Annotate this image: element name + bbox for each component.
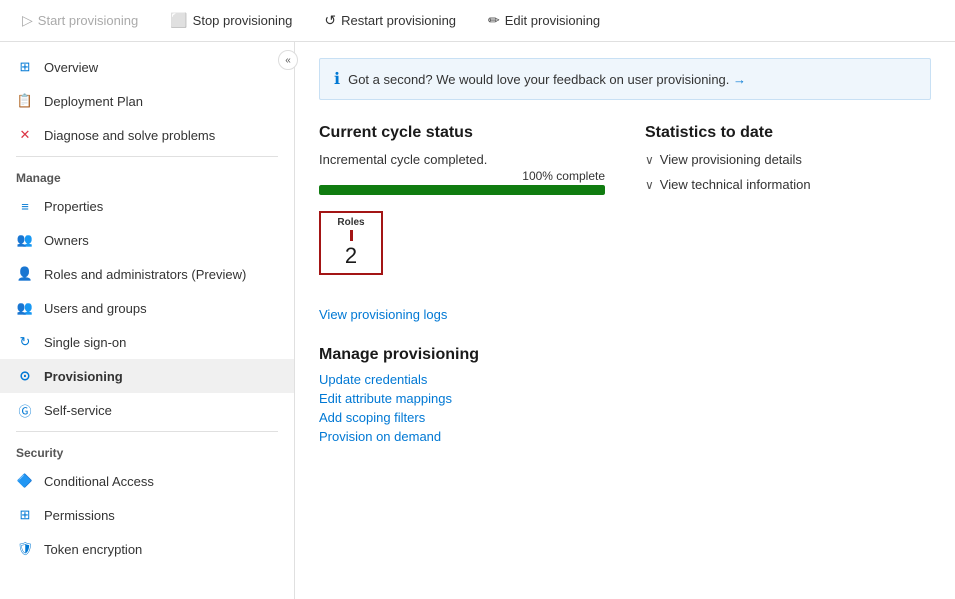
chevron-down-icon-1: ∨ (645, 153, 654, 167)
current-cycle-title: Current cycle status (319, 124, 605, 142)
provisioning-icon: ⊙ (16, 367, 34, 385)
right-column: Statistics to date ∨ View provisioning d… (645, 124, 931, 448)
cycle-status-text: Incremental cycle completed. (319, 152, 605, 167)
sidebar-item-owners[interactable]: 👥 Owners (0, 223, 294, 257)
sidebar-item-roles-admins[interactable]: 👤 Roles and administrators (Preview) (0, 257, 294, 291)
token-encryption-icon: 🛡 (16, 540, 34, 558)
start-icon: ▷ (22, 12, 33, 29)
sidebar-item-properties[interactable]: ≡ Properties (0, 189, 294, 223)
properties-icon: ≡ (16, 197, 34, 215)
sidebar-item-self-service[interactable]: Ⓖ Self-service (0, 393, 294, 427)
sidebar-item-token-encryption[interactable]: 🛡 Token encryption (0, 532, 294, 566)
divider-manage (16, 156, 278, 157)
sidebar-collapse-button[interactable]: « (278, 50, 295, 70)
info-banner: ℹ Got a second? We would love your feedb… (319, 58, 931, 100)
view-provisioning-details-label: View provisioning details (660, 152, 802, 167)
restart-icon: ↺ (324, 12, 336, 29)
conditional-access-icon: 🔷 (16, 472, 34, 490)
roles-card-number: 2 (345, 243, 357, 269)
update-credentials-link[interactable]: Update credentials (319, 372, 605, 387)
sidebar-item-provisioning[interactable]: ⊙ Provisioning (0, 359, 294, 393)
sidebar-item-permissions[interactable]: ⊞ Permissions (0, 498, 294, 532)
view-technical-information-item[interactable]: ∨ View technical information (645, 177, 931, 192)
main-content: ℹ Got a second? We would love your feedb… (295, 42, 955, 599)
sidebar-item-sso[interactable]: ↻ Single sign-on (0, 325, 294, 359)
overview-icon: ⊞ (16, 58, 34, 76)
divider-security (16, 431, 278, 432)
add-scoping-filters-link[interactable]: Add scoping filters (319, 410, 605, 425)
permissions-icon: ⊞ (16, 506, 34, 524)
progress-label: 100% complete (319, 169, 605, 183)
stop-icon: ⬜ (170, 12, 187, 29)
provision-on-demand-link[interactable]: Provision on demand (319, 429, 605, 444)
progress-bar-fill (319, 185, 605, 195)
start-provisioning-button[interactable]: ▷ Start provisioning (16, 8, 144, 33)
two-column-layout: Current cycle status Incremental cycle c… (319, 124, 931, 448)
main-layout: « ⊞ Overview 📋 Deployment Plan ✕ Diagnos… (0, 42, 955, 599)
statistics-title: Statistics to date (645, 124, 931, 142)
view-technical-information-label: View technical information (660, 177, 811, 192)
manage-section-label: Manage (0, 161, 294, 189)
roles-admins-icon: 👤 (16, 265, 34, 283)
sidebar-item-conditional-access[interactable]: 🔷 Conditional Access (0, 464, 294, 498)
sidebar-item-overview[interactable]: ⊞ Overview (0, 50, 294, 84)
banner-text: Got a second? We would love your feedbac… (348, 72, 746, 87)
edit-attribute-mappings-link[interactable]: Edit attribute mappings (319, 391, 605, 406)
manage-provisioning-title: Manage provisioning (319, 346, 605, 364)
sidebar: « ⊞ Overview 📋 Deployment Plan ✕ Diagnos… (0, 42, 295, 599)
edit-icon: ✏ (488, 12, 500, 29)
users-groups-icon: 👥 (16, 299, 34, 317)
sso-icon: ↻ (16, 333, 34, 351)
owners-icon: 👥 (16, 231, 34, 249)
view-provisioning-details-item[interactable]: ∨ View provisioning details (645, 152, 931, 167)
self-service-icon: Ⓖ (16, 401, 34, 419)
info-icon: ℹ (334, 69, 340, 89)
sidebar-item-diagnose[interactable]: ✕ Diagnose and solve problems (0, 118, 294, 152)
progress-bar-container (319, 185, 605, 195)
banner-link[interactable]: → (733, 72, 746, 87)
sidebar-item-deployment-plan[interactable]: 📋 Deployment Plan (0, 84, 294, 118)
roles-card-label: Roles (337, 217, 364, 228)
chevron-down-icon-2: ∨ (645, 178, 654, 192)
stop-provisioning-button[interactable]: ⬜ Stop provisioning (164, 8, 298, 33)
edit-provisioning-button[interactable]: ✏ Edit provisioning (482, 8, 606, 33)
diagnose-icon: ✕ (16, 126, 34, 144)
sidebar-item-users-groups[interactable]: 👥 Users and groups (0, 291, 294, 325)
toolbar: ▷ Start provisioning ⬜ Stop provisioning… (0, 0, 955, 42)
deployment-plan-icon: 📋 (16, 92, 34, 110)
view-provisioning-logs-link[interactable]: View provisioning logs (319, 307, 447, 322)
left-column: Current cycle status Incremental cycle c… (319, 124, 605, 448)
roles-card: Roles 2 (319, 211, 383, 275)
security-section-label: Security (0, 436, 294, 464)
roles-card-bar (350, 230, 353, 241)
restart-provisioning-button[interactable]: ↺ Restart provisioning (318, 8, 462, 33)
